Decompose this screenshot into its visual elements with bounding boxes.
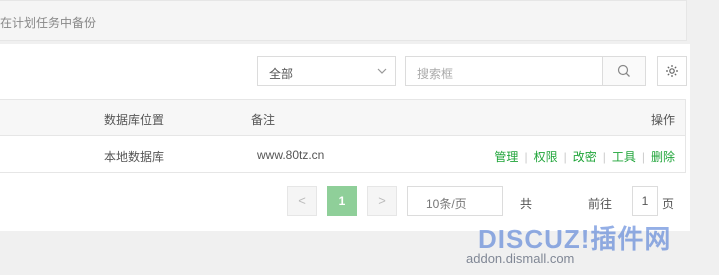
cell-location: 本地数据库 xyxy=(104,150,165,164)
manage-link[interactable]: 管理 xyxy=(494,150,518,164)
watermark: DISCUZ!插件网 addon.dismall.com xyxy=(440,215,710,275)
header-actions: 操作 xyxy=(650,113,675,127)
page-size-select[interactable]: 10条/页 xyxy=(407,186,503,216)
main-panel: 全部 搜索框 数据库位置 备注 操作 本地数据库 www.80tz.cn 管理 … xyxy=(0,44,690,266)
search-icon xyxy=(617,64,630,77)
divider: | xyxy=(524,150,528,164)
filter-select[interactable]: 全部 xyxy=(257,56,396,86)
table-header: 数据库位置 备注 操作 xyxy=(0,100,685,136)
settings-button[interactable] xyxy=(657,56,687,86)
watermark-url: addon.dismall.com xyxy=(466,251,575,266)
filter-select-value: 全部 xyxy=(269,67,294,81)
divider: | xyxy=(563,150,567,164)
table-row: 本地数据库 www.80tz.cn 管理 | 权限 | 改密 | 工具 | 删除 xyxy=(0,136,685,173)
prev-page-button[interactable]: < xyxy=(287,186,317,216)
page-suffix: 页 xyxy=(662,197,675,211)
chevron-down-icon xyxy=(377,68,387,74)
tip-bar: 在计划任务中备份 xyxy=(0,0,687,41)
total-label: 共 xyxy=(520,197,533,211)
database-table: 数据库位置 备注 操作 本地数据库 www.80tz.cn 管理 | 权限 | 改密 | 工… xyxy=(0,99,686,173)
tip-text: 在计划任务中备份 xyxy=(0,16,97,30)
current-page[interactable]: 1 xyxy=(327,186,357,216)
search-input[interactable]: 搜索框 xyxy=(405,56,646,86)
delete-link[interactable]: 删除 xyxy=(651,150,675,164)
next-page-button[interactable]: > xyxy=(367,186,397,216)
divider: | xyxy=(641,150,645,164)
watermark-text: DISCUZ!插件网 xyxy=(478,224,672,254)
header-note: 备注 xyxy=(251,113,276,127)
goto-label: 前往 xyxy=(588,197,613,211)
goto-page-input[interactable]: 1 xyxy=(632,186,658,216)
header-location: 数据库位置 xyxy=(104,113,165,127)
change-password-link[interactable]: 改密 xyxy=(573,150,597,164)
row-actions: 管理 | 权限 | 改密 | 工具 | 删除 xyxy=(494,148,675,165)
tools-link[interactable]: 工具 xyxy=(612,150,636,164)
search-placeholder: 搜索框 xyxy=(417,67,454,81)
search-button[interactable] xyxy=(602,57,645,85)
permission-link[interactable]: 权限 xyxy=(534,150,558,164)
cell-note[interactable]: www.80tz.cn xyxy=(257,148,324,162)
divider: | xyxy=(602,150,606,164)
page-size-value: 10条/页 xyxy=(426,197,467,211)
gear-icon xyxy=(666,65,678,77)
